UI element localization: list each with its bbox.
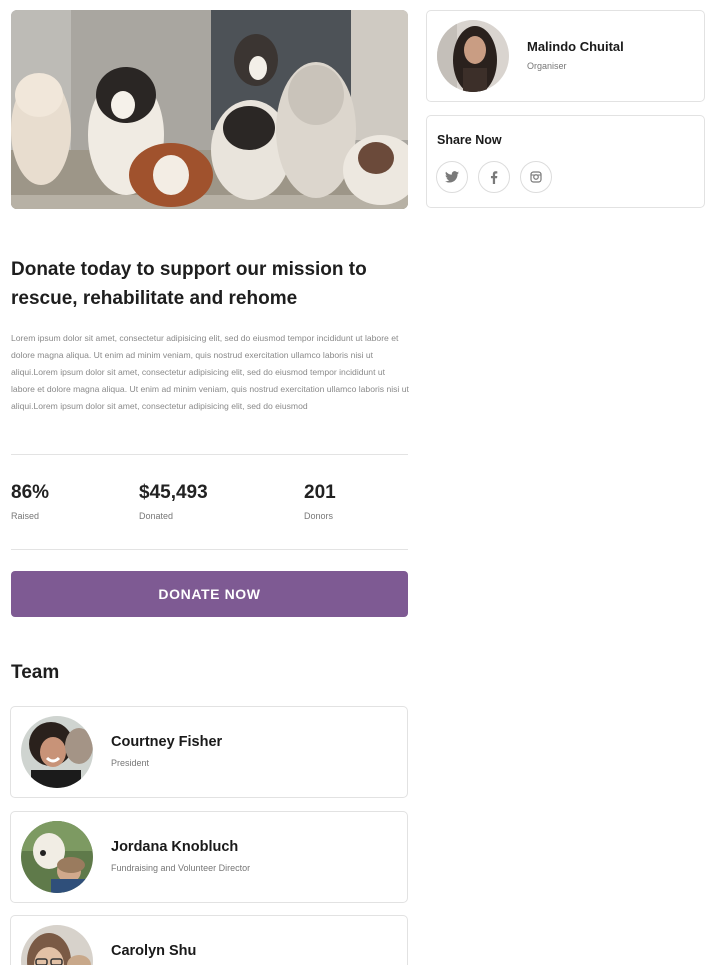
organiser-card: Malindo Chuital Organiser — [426, 10, 705, 102]
donate-now-button[interactable]: DONATE NOW — [11, 571, 408, 617]
team-member-card[interactable]: Courtney Fisher President — [10, 706, 408, 798]
organiser-avatar — [437, 20, 509, 92]
share-card: Share Now — [426, 115, 705, 208]
donated-label: Donated — [139, 511, 174, 521]
donors-label: Donors — [304, 511, 334, 521]
twitter-share-button[interactable] — [436, 161, 468, 193]
member-name: Jordana Knobluch — [111, 839, 239, 855]
member-avatar — [21, 821, 93, 893]
member-avatar — [21, 925, 93, 965]
member-role: President — [111, 758, 150, 768]
instagram-icon — [530, 171, 542, 183]
raised-label: Raised — [11, 511, 40, 521]
twitter-icon — [445, 171, 459, 183]
member-name: Carolyn Shu — [111, 943, 197, 959]
instagram-share-button[interactable] — [520, 161, 552, 193]
campaign-description: Lorem ipsum dolor sit amet, consectetur … — [11, 333, 409, 411]
share-title: Share Now — [437, 133, 502, 147]
organiser-name: Malindo Chuital — [527, 39, 624, 54]
member-name: Courtney Fisher — [111, 734, 223, 750]
facebook-share-button[interactable] — [478, 161, 510, 193]
member-role: Fundraising and Volunteer Director — [111, 863, 251, 873]
member-avatar — [21, 716, 93, 788]
organiser-role: Organiser — [527, 61, 567, 71]
facebook-icon — [490, 170, 498, 184]
team-member-card[interactable]: Carolyn Shu — [10, 915, 408, 965]
team-heading: Team — [11, 662, 60, 683]
raised-value: 86% — [11, 482, 50, 503]
team-member-card[interactable]: Jordana Knobluch Fundraising and Volunte… — [10, 811, 408, 903]
divider — [11, 454, 408, 455]
campaign-title: Donate today to support our mission to r… — [11, 259, 367, 309]
hero-image — [11, 10, 408, 209]
divider — [11, 549, 408, 550]
donated-value: $45,493 — [139, 482, 208, 503]
donors-value: 201 — [304, 482, 336, 503]
